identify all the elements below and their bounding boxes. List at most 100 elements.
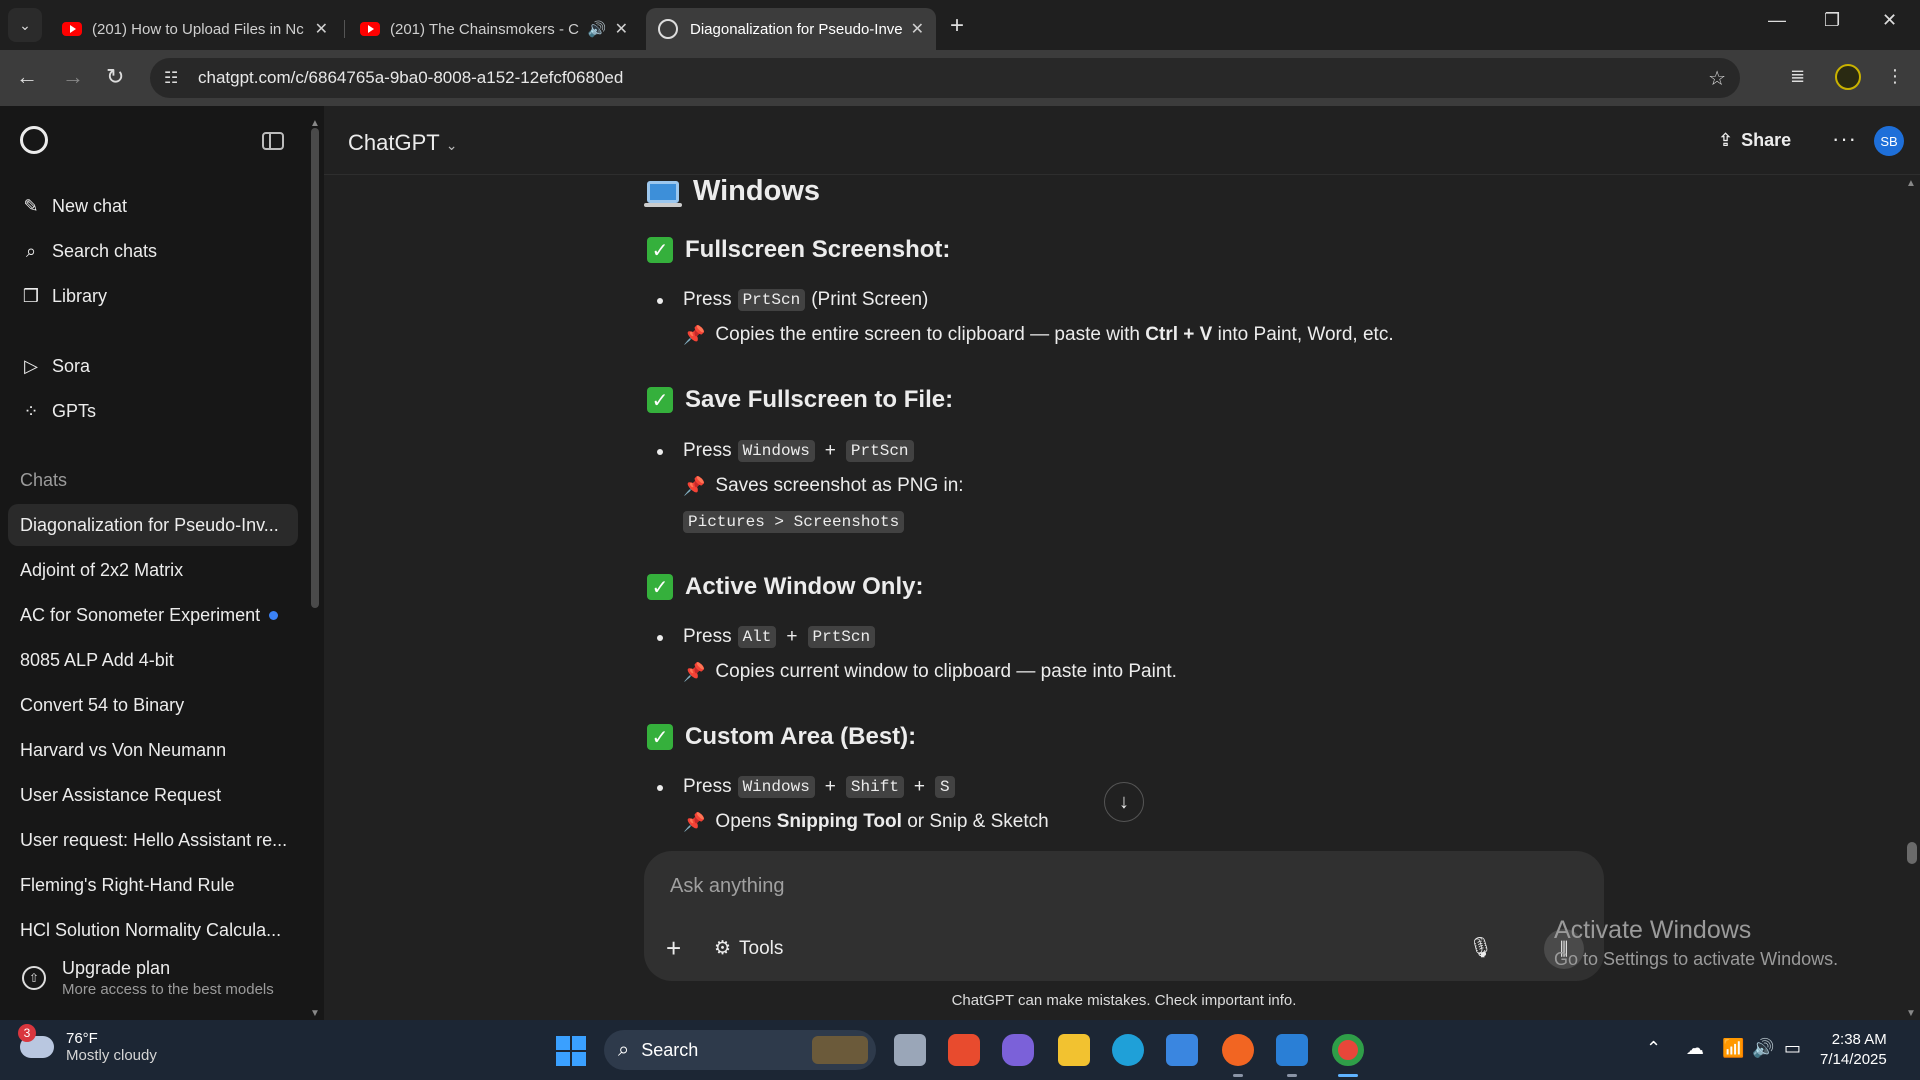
sidebar-item-gpts[interactable]: ⁘ GPTs	[8, 391, 298, 431]
prompt-input[interactable]: Ask anything	[670, 875, 785, 898]
edge-icon[interactable]	[1112, 1034, 1144, 1066]
close-tab-icon[interactable]: ✕	[615, 19, 628, 39]
microsoft-store-icon[interactable]	[1166, 1034, 1198, 1066]
pushpin-icon: 📌	[683, 475, 706, 496]
main-scroll-thumb[interactable]	[1907, 842, 1917, 864]
chat-item[interactable]: 8085 ALP Add 4-bit	[8, 639, 298, 681]
upgrade-icon: ⇧	[22, 966, 46, 990]
chat-item[interactable]: Harvard vs Von Neumann	[8, 729, 298, 771]
sidebar: ✎ New chat ⌕ Search chats ❒ Library ▷ So…	[0, 106, 324, 1020]
chat-item[interactable]: Fleming's Right-Hand Rule	[8, 864, 298, 906]
main-scrollbar[interactable]: ▲ ▼	[1904, 178, 1920, 1019]
new-tab-button[interactable]: +	[950, 12, 964, 40]
active-window-heading: ✓ Active Window Only:	[647, 573, 923, 601]
app-pen-icon[interactable]	[1222, 1034, 1254, 1066]
minimize-icon[interactable]: —	[1768, 10, 1786, 31]
chat-item[interactable]: Convert 54 to Binary	[8, 684, 298, 726]
search-highlight-image	[812, 1036, 868, 1064]
scroll-down-arrow-icon[interactable]: ▼	[1906, 1008, 1916, 1019]
file-explorer-icon[interactable]	[1058, 1034, 1090, 1066]
browser-tab-bar: ⌄ (201) How to Upload Files in Nc ✕ (201…	[0, 0, 1920, 50]
sidebar-scroll-thumb[interactable]	[311, 128, 319, 608]
share-button[interactable]: ⇪ Share	[1718, 130, 1791, 151]
sidebar-item-sora[interactable]: ▷ Sora	[8, 346, 298, 386]
add-attachment-button[interactable]: +	[666, 933, 681, 964]
sidebar-item-new-chat[interactable]: ✎ New chat	[8, 186, 298, 226]
message-composer: Ask anything + ⚙ Tools 🎙 ⫼	[644, 851, 1604, 981]
tab-youtube-chainsmokers[interactable]: (201) The Chainsmokers - C 🔊 ✕	[348, 8, 640, 50]
clock[interactable]: 2:38 AM 7/14/2025	[1820, 1030, 1887, 1070]
close-tab-icon[interactable]: ✕	[911, 19, 924, 39]
cloud-icon: 3	[18, 1024, 54, 1058]
close-tab-icon[interactable]: ✕	[315, 19, 328, 39]
reload-icon[interactable]: ↻	[106, 64, 124, 90]
vscode-icon[interactable]	[1276, 1034, 1308, 1066]
taskbar-search[interactable]: ⌕ Search	[604, 1030, 876, 1070]
scroll-up-arrow-icon[interactable]: ▲	[1906, 178, 1916, 189]
bookmark-star-icon[interactable]: ☆	[1708, 66, 1726, 91]
address-bar[interactable]: ☷ chatgpt.com/c/6864765a-9ba0-8008-a152-…	[150, 58, 1740, 98]
tab-youtube-upload[interactable]: (201) How to Upload Files in Nc ✕	[50, 8, 340, 50]
copilot-icon[interactable]	[1002, 1034, 1034, 1066]
grid-icon: ⁘	[23, 400, 39, 421]
show-hidden-icons-chevron-icon[interactable]: ⌃	[1646, 1038, 1661, 1059]
volume-icon[interactable]: 🔊	[1752, 1038, 1774, 1059]
back-arrow-icon[interactable]: ←	[16, 64, 38, 90]
wps-office-icon[interactable]	[948, 1034, 980, 1066]
start-button[interactable]	[556, 1036, 586, 1066]
chat-item[interactable]: Diagonalization for Pseudo-Inv...	[8, 504, 298, 546]
windows-heading: Windows	[644, 175, 820, 208]
key-label: Windows	[737, 440, 815, 462]
model-selector[interactable]: ChatGPT ⌄	[348, 130, 457, 156]
library-icon: ❒	[22, 285, 40, 306]
user-avatar[interactable]: SB	[1874, 126, 1904, 156]
laptop-icon	[644, 180, 682, 207]
media-control-icon[interactable]: ≣	[1790, 66, 1805, 87]
microphone-icon[interactable]: 🎙	[1468, 935, 1493, 960]
url-text: chatgpt.com/c/6864765a-9ba0-8008-a152-12…	[198, 68, 624, 87]
tools-sliders-icon: ⚙	[714, 938, 732, 959]
tab-search-button[interactable]: ⌄	[8, 8, 42, 42]
chat-item[interactable]: Adjoint of 2x2 Matrix	[8, 549, 298, 591]
speaker-icon[interactable]: 🔊	[588, 20, 607, 38]
chrome-icon[interactable]	[1332, 1034, 1364, 1066]
key-label: PrtScn	[845, 440, 914, 462]
upgrade-plan-button[interactable]: ⇧ Upgrade plan More access to the best m…	[8, 950, 298, 1006]
close-window-icon[interactable]: ✕	[1882, 10, 1897, 31]
battery-icon[interactable]: ▭	[1784, 1038, 1801, 1059]
browser-menu-icon[interactable]: ⋮	[1886, 66, 1904, 87]
scroll-down-arrow-icon[interactable]: ▼	[310, 1008, 320, 1019]
wifi-icon[interactable]: 📶	[1722, 1038, 1744, 1059]
restore-icon[interactable]: ❐	[1824, 10, 1840, 31]
key-label: Windows	[737, 776, 815, 798]
chevron-down-icon: ⌄	[445, 137, 458, 153]
sidebar-item-search-chats[interactable]: ⌕ Search chats	[8, 231, 298, 271]
chatgpt-logo-icon[interactable]	[20, 126, 48, 154]
task-view-icon[interactable]	[894, 1034, 926, 1066]
browser-profile-avatar[interactable]	[1835, 64, 1861, 90]
chat-item[interactable]: AC for Sonometer Experiment	[8, 594, 298, 636]
tools-button[interactable]: ⚙ Tools	[714, 937, 783, 960]
edit-icon: ✎	[23, 195, 39, 216]
check-mark-icon: ✓	[647, 237, 673, 263]
save-fullscreen-heading: ✓ Save Fullscreen to File:	[647, 386, 953, 414]
chat-item[interactable]: User request: Hello Assistant re...	[8, 819, 298, 861]
more-options-icon[interactable]: ···	[1832, 126, 1857, 152]
tab-separator	[344, 20, 345, 38]
chat-item[interactable]: HCl Solution Normality Calcula...	[8, 909, 298, 951]
list-item: Press PrtScn (Print Screen)	[656, 289, 929, 311]
active-indicator	[1338, 1074, 1358, 1077]
tab-chatgpt-active[interactable]: Diagonalization for Pseudo-Inve ✕	[646, 8, 936, 50]
forward-arrow-icon[interactable]: →	[62, 64, 84, 90]
weather-widget[interactable]: 3 76°F Mostly cloudy	[18, 1024, 157, 1064]
check-mark-icon: ✓	[647, 724, 673, 750]
chatgpt-icon	[658, 19, 678, 39]
scroll-to-bottom-button[interactable]: ↓	[1104, 782, 1144, 822]
site-info-icon[interactable]: ☷	[164, 68, 186, 88]
custom-area-heading: ✓ Custom Area (Best):	[647, 723, 916, 751]
sidebar-scrollbar[interactable]: ▲ ▼	[310, 118, 320, 1019]
chat-item[interactable]: User Assistance Request	[8, 774, 298, 816]
sidebar-toggle-icon[interactable]	[262, 132, 284, 150]
onedrive-icon[interactable]: ☁	[1686, 1038, 1704, 1059]
sidebar-item-library[interactable]: ❒ Library	[8, 276, 298, 316]
